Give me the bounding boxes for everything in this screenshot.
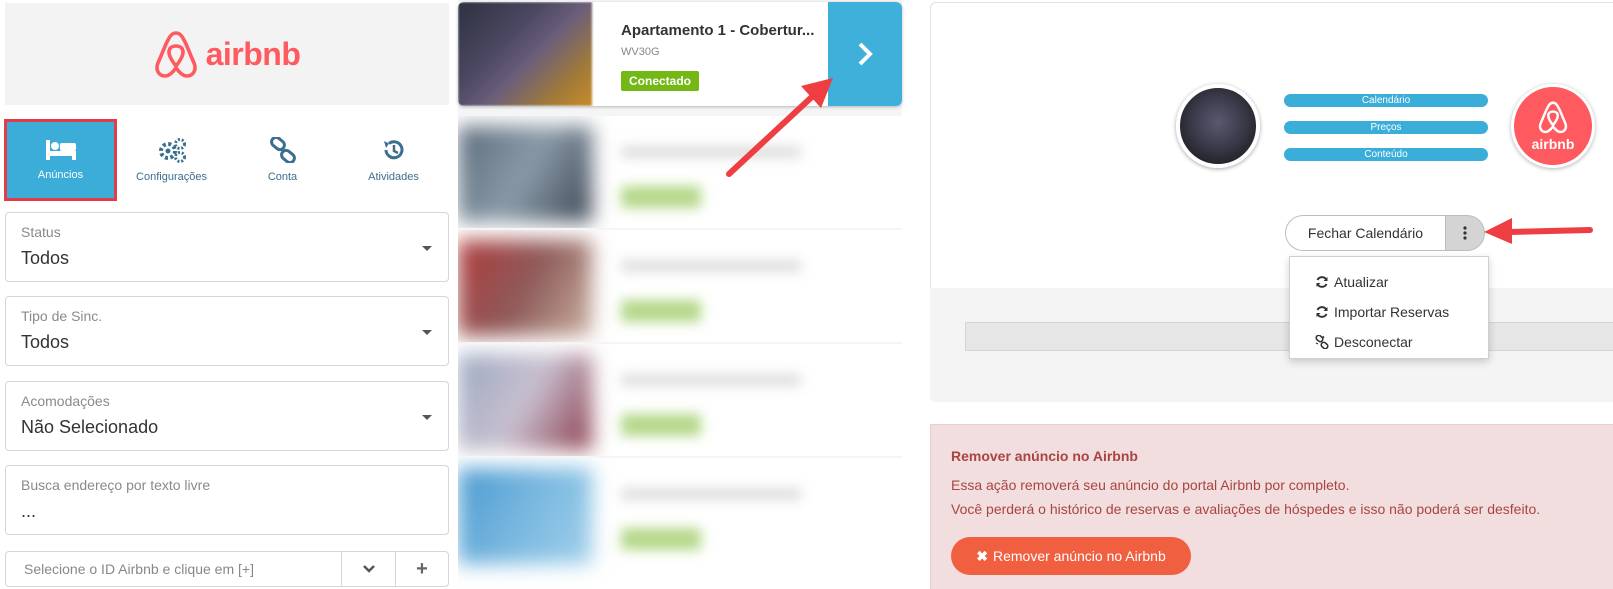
- accommodations-label: Acomodações: [21, 393, 110, 409]
- accommodations-value: Não Selecionado: [21, 417, 159, 437]
- chevron-right-icon: [858, 42, 873, 66]
- sync-type-value: Todos: [21, 332, 70, 352]
- gears-icon: [158, 138, 186, 163]
- listing-status-badge: [621, 414, 701, 436]
- caret-down-icon: [422, 246, 432, 251]
- remove-panel-line-2: Você perderá o histórico de reservas e a…: [951, 501, 1541, 517]
- listing-thumbnail: [458, 126, 592, 222]
- options-dropdown-menu: Atualizar Importar Reservas Desconectar: [1289, 256, 1489, 359]
- listing-title: Apartamento 1 - Cobertur...: [621, 22, 815, 39]
- tab-label: Atividades: [368, 171, 419, 183]
- bed-icon: [45, 140, 76, 160]
- chevron-down-icon: [362, 565, 375, 573]
- listing-status-badge: [621, 528, 701, 550]
- sync-pill-prices: Preços: [1284, 121, 1488, 134]
- unlink-icon: [1315, 335, 1329, 349]
- add-airbnb-id-button[interactable]: +: [396, 552, 448, 586]
- airbnb-id-picker: Selecione o ID Airbnb e clique em [+] +: [5, 551, 449, 587]
- address-search-value[interactable]: ...: [21, 501, 36, 522]
- sync-pill-calendar: Calendário: [1284, 94, 1488, 107]
- status-label: Status: [21, 224, 61, 240]
- menu-item-desconectar[interactable]: Desconectar: [1290, 327, 1488, 357]
- close-icon: ✖: [976, 547, 988, 564]
- refresh-icon: [1316, 306, 1328, 318]
- remove-listing-button[interactable]: ✖ Remover anúncio no Airbnb: [951, 537, 1191, 575]
- sync-type-label: Tipo de Sinc.: [21, 308, 103, 324]
- listing-title: [621, 260, 801, 272]
- address-search-label: Busca endereço por texto livre: [21, 477, 211, 493]
- menu-item-label: Importar Reservas: [1334, 304, 1450, 320]
- tab-conta[interactable]: Conta: [227, 120, 338, 200]
- tab-anuncios[interactable]: Anúncios: [4, 119, 117, 201]
- airbnb-id-input[interactable]: Selecione o ID Airbnb e clique em [+]: [6, 552, 342, 586]
- sync-type-select[interactable]: Tipo de Sinc. Todos: [5, 296, 449, 366]
- address-search-field[interactable]: Busca endereço por texto livre ...: [5, 465, 449, 535]
- caret-down-icon: [422, 330, 432, 335]
- remove-panel-title: Remover anúncio no Airbnb: [951, 448, 1138, 464]
- listing-code: WV30G: [621, 46, 660, 58]
- listing-title: [621, 488, 801, 500]
- airbnb-channel-badge: airbnb: [1511, 84, 1595, 168]
- listing-title: [621, 374, 801, 386]
- airbnb-logo-text: airbnb: [205, 35, 301, 72]
- listing-thumbnail: [458, 468, 592, 564]
- caret-down-icon: [422, 415, 432, 420]
- listing-card[interactable]: Apartamento 1 - Cobertur... WV30G Conect…: [458, 2, 902, 106]
- menu-item-label: Atualizar: [1334, 274, 1389, 290]
- listing-card[interactable]: [458, 344, 902, 456]
- listing-thumbnail: [458, 354, 592, 450]
- more-options-button[interactable]: [1445, 215, 1485, 251]
- tab-configuracoes[interactable]: Configurações: [116, 120, 227, 200]
- accommodations-select[interactable]: Acomodações Não Selecionado: [5, 381, 449, 451]
- menu-item-atualizar[interactable]: Atualizar: [1290, 267, 1488, 297]
- listing-status-badge: [621, 300, 701, 322]
- tab-bar: Anúncios Configurações Conta Atividades: [4, 119, 449, 201]
- tab-label: Anúncios: [37, 169, 84, 181]
- refresh-icon: [1316, 276, 1328, 288]
- listing-card[interactable]: [458, 230, 902, 342]
- airbnb-id-dropdown-button[interactable]: [342, 552, 396, 586]
- listing-card[interactable]: [458, 458, 902, 589]
- tab-atividades[interactable]: Atividades: [338, 120, 449, 200]
- airbnb-badge-text: airbnb: [1531, 136, 1575, 152]
- airbnb-belo-icon: [154, 31, 197, 78]
- listing-thumbnail: [458, 240, 592, 336]
- listing-thumbnail: [458, 2, 592, 106]
- airbnb-logo: airbnb: [5, 3, 449, 105]
- sync-pill-content: Conteúdo: [1284, 148, 1488, 161]
- menu-item-importar-reservas[interactable]: Importar Reservas: [1290, 297, 1488, 327]
- open-listing-button[interactable]: [828, 2, 902, 106]
- listing-status-badge: [621, 186, 701, 208]
- remove-button-label: Remover anúncio no Airbnb: [992, 548, 1166, 564]
- listing-card[interactable]: [458, 116, 902, 228]
- listing-title: [621, 146, 801, 158]
- remove-listing-panel: Remover anúncio no Airbnb Essa ação remo…: [930, 424, 1613, 589]
- listing-avatar: [1176, 84, 1260, 168]
- tab-label: Configurações: [136, 171, 207, 183]
- link-icon: [269, 137, 296, 163]
- airbnb-belo-icon: [1538, 101, 1568, 134]
- listing-status-badge: Conectado: [621, 71, 700, 91]
- calendar-button-group: Fechar Calendário: [1285, 215, 1485, 251]
- close-calendar-button[interactable]: Fechar Calendário: [1285, 215, 1445, 251]
- menu-item-label: Desconectar: [1334, 334, 1413, 350]
- vertical-ellipsis-icon: [1463, 226, 1467, 240]
- status-value: Todos: [21, 248, 70, 268]
- status-select[interactable]: Status Todos: [5, 212, 449, 282]
- sidebar: airbnb Anúncios Configurações Conta Ativ…: [0, 0, 450, 589]
- history-icon: [383, 140, 403, 160]
- remove-panel-line-1: Essa ação removerá seu anúncio do portal…: [951, 477, 1350, 493]
- tab-label: Conta: [267, 171, 298, 183]
